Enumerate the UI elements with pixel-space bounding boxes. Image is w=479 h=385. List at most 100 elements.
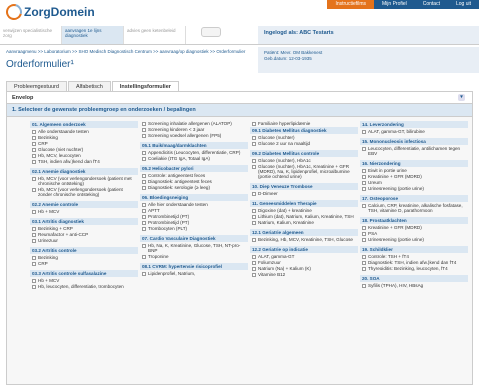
checkbox[interactable] xyxy=(142,133,146,138)
checkbox[interactable] xyxy=(32,159,36,164)
test-option[interactable]: Diagnostiek: TSH, indien afw.)kend dan f… xyxy=(360,260,468,265)
test-option[interactable]: Bezinking xyxy=(30,255,138,260)
test-option[interactable]: Foliumzuur xyxy=(250,260,358,265)
test-option[interactable]: Natrium, Kalium, Kreatinine xyxy=(250,220,358,225)
checkbox[interactable] xyxy=(362,260,366,265)
test-option[interactable]: Hb, MCV (voor verlengondersoek (patient … xyxy=(30,176,138,186)
step-advies[interactable]: advies geen ketenbeleid xyxy=(124,26,186,44)
test-option[interactable]: Alle hier onderstaande testen xyxy=(140,202,248,207)
checkbox[interactable] xyxy=(32,135,36,140)
checkbox[interactable] xyxy=(142,226,146,231)
nav-contact[interactable]: Contact xyxy=(414,0,448,9)
checkbox[interactable] xyxy=(142,179,146,184)
envelop-bar[interactable]: Envelop ▾ xyxy=(7,92,472,104)
test-option[interactable]: Syfilis (TPHA), HIV, HBsAg xyxy=(360,283,468,288)
test-option[interactable]: Glucose (nuchter), HbA1c, Kreatinine + G… xyxy=(250,164,358,179)
test-option[interactable]: Urinezuur xyxy=(30,238,138,243)
checkbox[interactable] xyxy=(252,135,256,140)
test-option[interactable]: Glucose (nuchter), HbA1c xyxy=(250,158,358,163)
checkbox[interactable] xyxy=(142,243,146,248)
test-option[interactable]: Bezinking xyxy=(30,135,138,140)
test-option[interactable]: ALAT, gamma-GT xyxy=(250,254,358,259)
nav-log-uit[interactable]: Log uit xyxy=(447,0,479,9)
checkbox[interactable] xyxy=(362,180,366,185)
test-option[interactable]: Glucose (niet nuchter) xyxy=(30,147,138,152)
test-option[interactable]: Screening inhalatie allergenen (ALATOP) xyxy=(140,121,248,126)
test-option[interactable]: Urinesreening (portie urine) xyxy=(360,186,468,191)
test-option[interactable]: Coeliakie (tTG IgA, Totaal IgA) xyxy=(140,156,248,161)
nav-mijn-profiel[interactable]: Mijn Profiel xyxy=(374,0,415,9)
checkbox[interactable] xyxy=(252,121,256,126)
checkbox[interactable] xyxy=(362,129,366,134)
checkbox[interactable] xyxy=(142,202,146,207)
tab-instellingsformulier[interactable]: Instellingsformulier xyxy=(111,81,179,91)
test-option[interactable]: Troponine xyxy=(140,254,248,259)
test-option[interactable]: PSA xyxy=(360,231,468,236)
test-option[interactable]: Thyreoiditis: Bezinking, leucocyten, fT4 xyxy=(360,266,468,271)
test-option[interactable]: Hb + MCV xyxy=(30,278,138,283)
test-option[interactable]: Bezinking, Hb, MCV, Kreatinine, TSH, Glu… xyxy=(250,237,358,242)
test-option[interactable]: Appendicitis (Leucocyten, differentiatie… xyxy=(140,150,248,155)
checkbox[interactable] xyxy=(252,208,256,213)
test-option[interactable]: Protrombinetijd (PT) xyxy=(140,220,248,225)
checkbox[interactable] xyxy=(32,278,36,283)
test-option[interactable]: Vitamine B12 xyxy=(250,272,358,277)
checkbox[interactable] xyxy=(362,225,366,230)
checkbox[interactable] xyxy=(142,173,146,178)
checkbox[interactable] xyxy=(142,121,146,126)
checkbox[interactable] xyxy=(362,237,366,242)
checkbox[interactable] xyxy=(252,141,256,146)
checkbox[interactable] xyxy=(32,176,36,181)
checkbox[interactable] xyxy=(252,158,256,163)
test-option[interactable]: Urinesreening (portie urine) xyxy=(360,237,468,242)
nav-instructiefilms[interactable]: Instructiefilms xyxy=(327,0,375,9)
checkbox[interactable] xyxy=(252,220,256,225)
test-option[interactable]: Kreatinine + GFR (MDRD) xyxy=(360,225,468,230)
checkbox[interactable] xyxy=(142,271,146,276)
test-option[interactable]: Diagnostiek: serologie (≥ leeg) xyxy=(140,185,248,190)
checkbox[interactable] xyxy=(32,232,36,237)
breadcrumb[interactable]: Aanvraagmenu >> Laboratorium >> SHO Medi… xyxy=(6,49,251,54)
test-option[interactable]: TSH, indien afw.)kend dan fT4 xyxy=(30,159,138,164)
test-option[interactable]: Calcium, CRP, kreatinine, alkalische fos… xyxy=(360,203,468,213)
test-option[interactable]: Eiwit in portie urine xyxy=(360,168,468,173)
checkbox[interactable] xyxy=(252,164,256,169)
test-option[interactable]: Digoxine (dat) + kreatinine xyxy=(250,208,358,213)
test-option[interactable]: Lithium (dat), Natrium, Kalium, Kreatini… xyxy=(250,214,358,219)
test-option[interactable]: Alle onderstaande testen xyxy=(30,129,138,134)
test-option[interactable]: APTT xyxy=(140,208,248,213)
test-option[interactable]: Screening voedsel allergenen (FP5) xyxy=(140,133,248,138)
test-option[interactable]: Familiaire hyperlipidæmie xyxy=(250,121,358,126)
checkbox[interactable] xyxy=(362,168,366,173)
checkbox[interactable] xyxy=(252,272,256,277)
checkbox[interactable] xyxy=(32,147,36,152)
test-option[interactable]: Hb, Na, K, Kreatinine, Glucose, TSH, NT-… xyxy=(140,243,248,253)
test-option[interactable]: Natrium (Na) + Kalium (K) xyxy=(250,266,358,271)
checkbox[interactable] xyxy=(32,141,36,146)
checkbox[interactable] xyxy=(252,191,256,196)
test-option[interactable]: Hb + MCV xyxy=(30,209,138,214)
checkbox[interactable] xyxy=(252,214,256,219)
checkbox[interactable] xyxy=(252,254,256,259)
test-option[interactable]: Screening kinderen < 3 jaar xyxy=(140,127,248,132)
checkbox[interactable] xyxy=(32,255,36,260)
test-option[interactable]: ALAT, gamma-GT, bilirubine xyxy=(360,129,468,134)
checkbox[interactable] xyxy=(142,220,146,225)
checkbox[interactable] xyxy=(142,150,146,155)
checkbox[interactable] xyxy=(32,261,36,266)
checkbox[interactable] xyxy=(362,146,366,151)
checkbox[interactable] xyxy=(362,254,366,259)
checkbox[interactable] xyxy=(252,266,256,271)
checkbox[interactable] xyxy=(362,174,366,179)
step-aanvragen[interactable]: aanvragen 1e lijns diagnostiek xyxy=(62,26,124,44)
test-option[interactable]: Diagnostiek: antigeentest feces xyxy=(140,179,248,184)
test-option[interactable]: Glucose 2 uur na maaltijd xyxy=(250,141,358,146)
checkbox[interactable] xyxy=(32,129,36,134)
checkbox[interactable] xyxy=(32,284,36,289)
checkbox[interactable] xyxy=(252,237,256,242)
test-option[interactable]: CRP xyxy=(30,141,138,146)
test-option[interactable]: Kreatinine + GFR (MDRD) xyxy=(360,174,468,179)
expand-icon[interactable]: ▾ xyxy=(458,94,465,101)
test-option[interactable]: Glucose (nuchter) xyxy=(250,135,358,140)
test-option[interactable]: Hb, MCV, leucocyten xyxy=(30,153,138,158)
